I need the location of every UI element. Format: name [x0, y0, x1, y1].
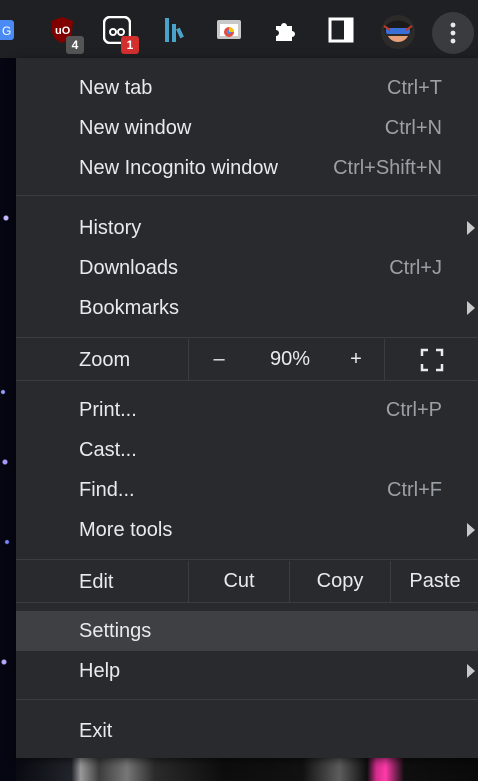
shortcut-text: Ctrl+N: [384, 116, 442, 139]
submenu-arrow-icon: [467, 221, 475, 235]
fullscreen-icon: [420, 348, 444, 371]
zoom-in-button[interactable]: +: [330, 339, 382, 380]
paste-button[interactable]: Paste: [390, 561, 478, 602]
menu-item-label: Cast...: [79, 438, 137, 461]
zoom-label: Zoom: [79, 349, 131, 371]
fullscreen-button[interactable]: [384, 339, 478, 380]
shortcut-text: Ctrl+J: [389, 256, 442, 279]
browser-toolbar: G uO 4 1: [0, 0, 478, 58]
extension-logo-icon[interactable]: [160, 16, 188, 44]
chrome-cast-icon[interactable]: [215, 16, 243, 44]
menu-item-label: Bookmarks: [79, 296, 180, 319]
ublock-badge: 4: [66, 36, 84, 54]
divider: [16, 337, 478, 338]
menu-item-label: Find...: [79, 478, 135, 501]
menu-item-new-incognito[interactable]: New Incognito window Ctrl+Shift+N: [16, 148, 478, 188]
divider: [16, 380, 478, 381]
menu-item-bookmarks[interactable]: Bookmarks: [16, 288, 478, 328]
zoom-row: Zoom – 90% +: [16, 339, 478, 380]
menu-item-label: New window: [79, 116, 192, 139]
zoom-level-value: 90%: [269, 348, 311, 370]
background-strip: [0, 52, 16, 781]
kebab-menu-icon[interactable]: [432, 12, 474, 54]
menu-item-cast[interactable]: Cast...: [16, 430, 478, 470]
svg-text:G: G: [2, 24, 11, 38]
extension-icon[interactable]: 1: [103, 16, 139, 54]
menu-item-help[interactable]: Help: [16, 651, 478, 691]
shortcut-text: Ctrl+P: [385, 398, 442, 421]
menu-item-label: New tab: [79, 76, 153, 99]
copy-button[interactable]: Copy: [289, 561, 390, 602]
menu-item-label: Exit: [79, 719, 113, 742]
divider: [16, 195, 478, 196]
menu-item-label: New Incognito window: [79, 156, 278, 179]
shortcut-text: Ctrl+T: [387, 76, 442, 99]
menu-item-settings[interactable]: Settings: [16, 611, 478, 651]
menu-item-label: Help: [79, 659, 121, 682]
zoom-out-button[interactable]: –: [188, 339, 250, 380]
menu-item-label: Print...: [79, 398, 137, 421]
chrome-main-menu: New tab Ctrl+T New window Ctrl+N New Inc…: [16, 58, 478, 758]
puzzle-icon[interactable]: [271, 16, 299, 44]
menu-item-label: Downloads: [79, 256, 178, 279]
menu-item-history[interactable]: History: [16, 208, 478, 248]
menu-item-exit[interactable]: Exit: [16, 711, 478, 751]
submenu-arrow-icon: [467, 664, 475, 678]
divider: [16, 602, 478, 603]
submenu-arrow-icon: [467, 523, 475, 537]
google-translate-icon[interactable]: G: [0, 16, 16, 44]
profile-avatar[interactable]: [380, 14, 416, 50]
menu-item-label: More tools: [79, 518, 173, 541]
extension-badge: 1: [121, 36, 139, 54]
menu-item-print[interactable]: Print... Ctrl+P: [16, 390, 478, 430]
menu-item-new-window[interactable]: New window Ctrl+N: [16, 108, 478, 148]
divider: [16, 559, 478, 560]
sidebar-icon[interactable]: [327, 16, 355, 44]
edit-label: Edit: [79, 571, 114, 593]
shortcut-text: Ctrl+Shift+N: [333, 156, 442, 179]
edit-row: Edit Cut Copy Paste: [16, 561, 478, 602]
shortcut-text: Ctrl+F: [387, 478, 442, 501]
menu-item-find[interactable]: Find... Ctrl+F: [16, 470, 478, 510]
ublock-origin-icon[interactable]: uO 4: [48, 16, 84, 54]
divider: [16, 699, 478, 700]
menu-item-more-tools[interactable]: More tools: [16, 510, 478, 550]
cut-button[interactable]: Cut: [188, 561, 289, 602]
menu-item-label: Settings: [79, 619, 152, 642]
menu-item-label: History: [79, 216, 142, 239]
submenu-arrow-icon: [467, 301, 475, 315]
browser-window: G uO 4 1 New tab Ctrl+T New window Ctrl+…: [0, 0, 478, 781]
menu-item-new-tab[interactable]: New tab Ctrl+T: [16, 68, 478, 108]
menu-item-downloads[interactable]: Downloads Ctrl+J: [16, 248, 478, 288]
